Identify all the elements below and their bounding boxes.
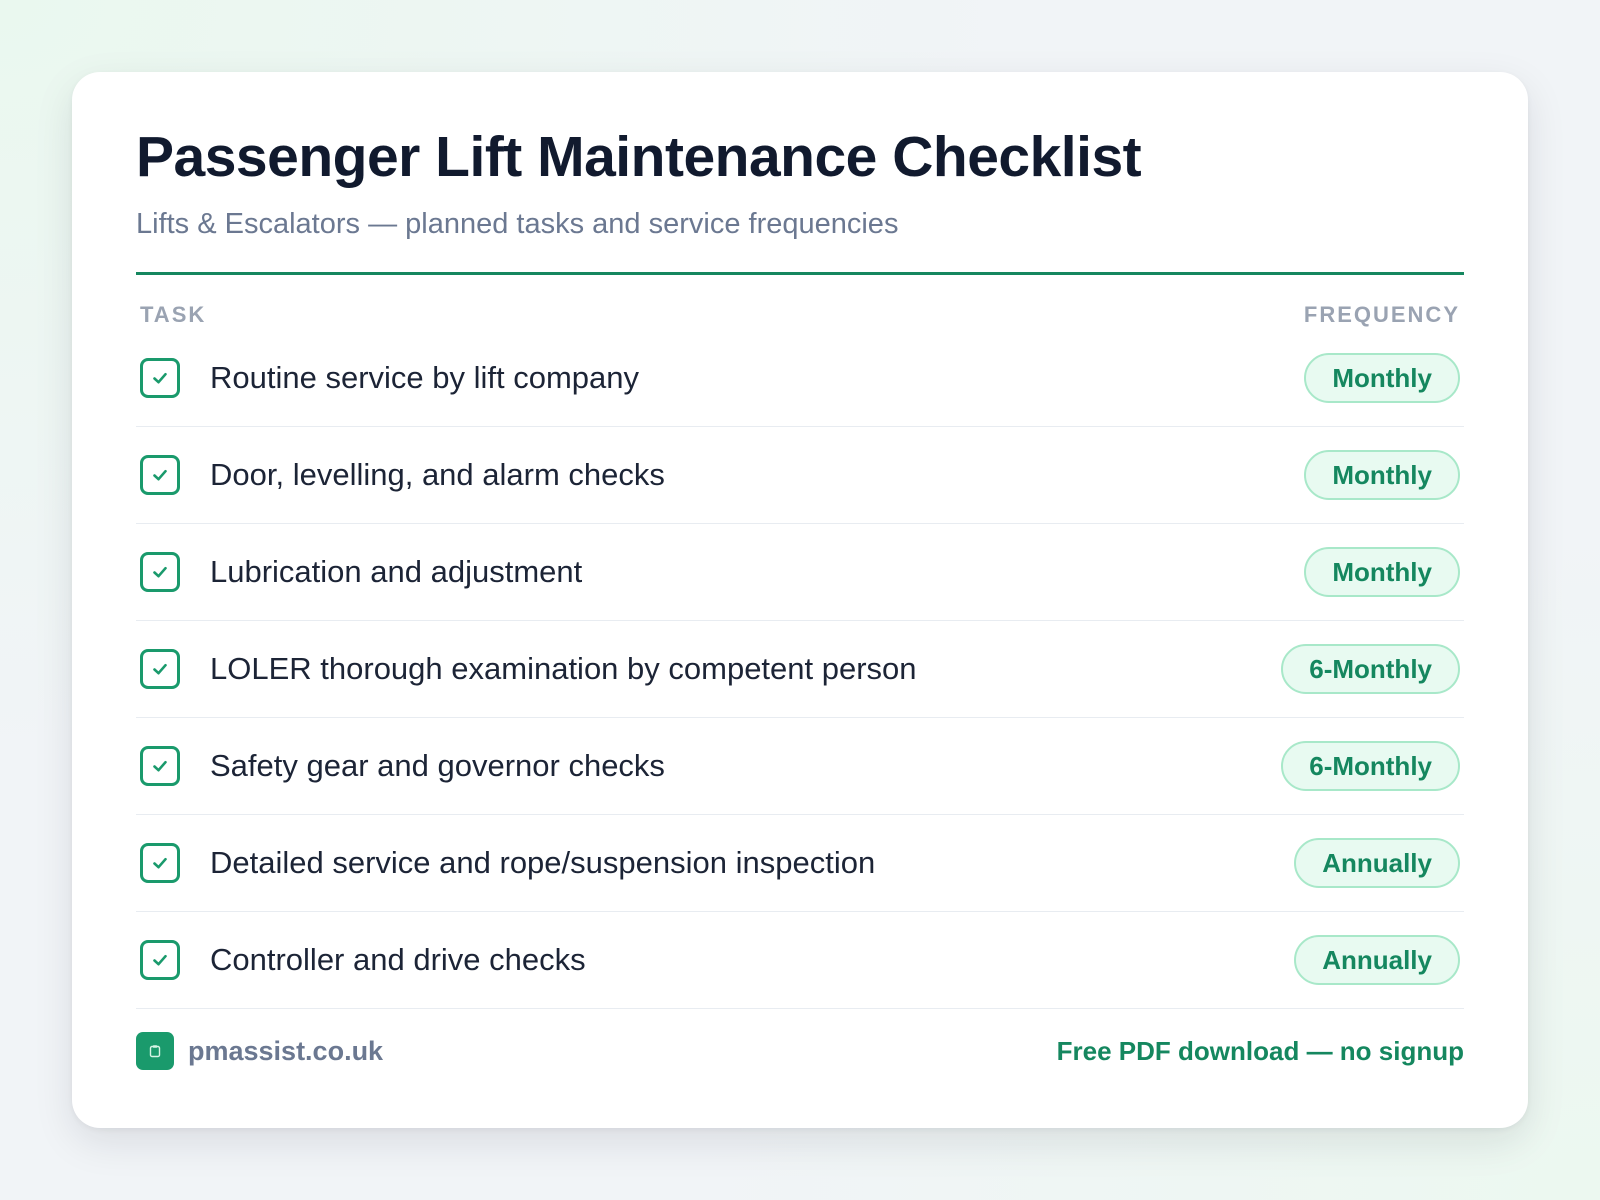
task-row: Safety gear and governor checks 6-Monthly bbox=[136, 718, 1464, 815]
checkmark-icon bbox=[153, 760, 167, 772]
checkmark-icon bbox=[153, 857, 167, 869]
page-subtitle: Lifts & Escalators — planned tasks and s… bbox=[136, 208, 899, 240]
task-checkbox[interactable] bbox=[140, 649, 180, 689]
task-label: Routine service by lift company bbox=[210, 360, 640, 395]
checkmark-icon bbox=[153, 663, 167, 675]
pdf-download-link[interactable]: Free PDF download — no signup bbox=[1057, 1036, 1464, 1067]
task-label: Detailed service and rope/suspension ins… bbox=[210, 845, 876, 880]
task-row: Lubrication and adjustment Monthly bbox=[136, 524, 1464, 621]
task-row: Routine service by lift company Monthly bbox=[136, 330, 1464, 427]
task-row: Door, levelling, and alarm checks Monthly bbox=[136, 427, 1464, 524]
task-checkbox[interactable] bbox=[140, 746, 180, 786]
checkmark-icon bbox=[153, 566, 167, 578]
task-row-main: Door, levelling, and alarm checks bbox=[136, 455, 665, 495]
task-checkbox[interactable] bbox=[140, 358, 180, 398]
frequency-badge: 6-Monthly bbox=[1281, 644, 1460, 694]
task-checkbox[interactable] bbox=[140, 455, 180, 495]
task-row-main: LOLER thorough examination by competent … bbox=[136, 649, 917, 689]
frequency-badge: Monthly bbox=[1304, 450, 1460, 500]
frequency-badge: Monthly bbox=[1304, 547, 1460, 597]
task-checkbox[interactable] bbox=[140, 843, 180, 883]
task-label: Door, levelling, and alarm checks bbox=[210, 457, 665, 492]
task-row: LOLER thorough examination by competent … bbox=[136, 621, 1464, 718]
task-row-main: Routine service by lift company bbox=[136, 358, 639, 398]
task-label: Lubrication and adjustment bbox=[210, 554, 583, 589]
task-checkbox[interactable] bbox=[140, 552, 180, 592]
footer-brand: pmassist.co.uk bbox=[136, 1032, 383, 1070]
task-column-header: TASK bbox=[140, 302, 207, 327]
frequency-badge: Monthly bbox=[1304, 353, 1460, 403]
header-divider bbox=[136, 272, 1464, 275]
task-label: Controller and drive checks bbox=[210, 942, 586, 977]
task-row-main: Controller and drive checks bbox=[136, 940, 586, 980]
checkmark-icon bbox=[153, 954, 167, 966]
brand-name: pmassist.co.uk bbox=[188, 1035, 384, 1066]
page-title: Passenger Lift Maintenance Checklist bbox=[136, 125, 1142, 189]
task-row: Detailed service and rope/suspension ins… bbox=[136, 815, 1464, 912]
task-list: Routine service by lift company Monthly Do… bbox=[136, 330, 1464, 1009]
frequency-badge: 6-Monthly bbox=[1281, 741, 1460, 791]
task-row: Controller and drive checks Annually bbox=[136, 912, 1464, 1009]
task-label: LOLER thorough examination by competent … bbox=[210, 651, 917, 686]
task-label: Safety gear and governor checks bbox=[210, 748, 665, 783]
task-checkbox[interactable] bbox=[140, 940, 180, 980]
checkmark-icon bbox=[153, 372, 167, 384]
frequency-badge: Annually bbox=[1294, 838, 1460, 888]
frequency-column-header: FREQUENCY bbox=[1303, 302, 1460, 327]
checklist-card: Passenger Lift Maintenance Checklist Lif… bbox=[72, 72, 1528, 1128]
task-row-main: Safety gear and governor checks bbox=[136, 746, 665, 786]
frequency-badge: Annually bbox=[1294, 935, 1460, 985]
clipboard-icon bbox=[136, 1032, 174, 1070]
checkmark-icon bbox=[153, 469, 167, 481]
task-row-main: Detailed service and rope/suspension ins… bbox=[136, 843, 875, 883]
task-row-main: Lubrication and adjustment bbox=[136, 552, 582, 592]
